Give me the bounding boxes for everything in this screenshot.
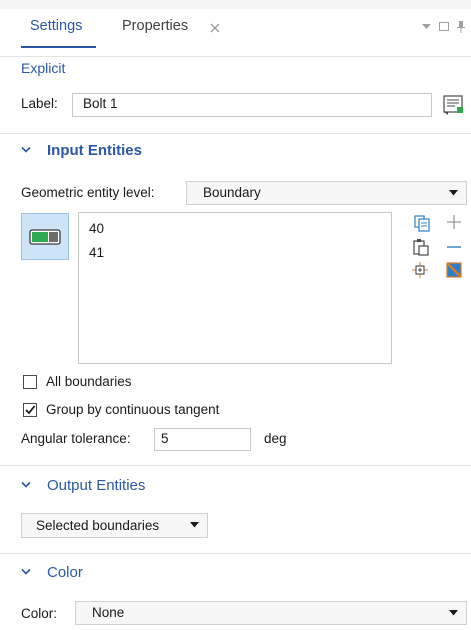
group-tangent-label: Group by continuous tangent [46,402,220,417]
color-value: None [92,605,125,620]
section-collapse-chevron-icon[interactable] [21,146,31,154]
paste-selection-icon[interactable] [413,238,429,256]
section-header-output-entities[interactable]: Output Entities [47,477,145,494]
angular-tolerance-unit: deg [264,431,287,446]
edit-label-icon[interactable] [440,92,466,118]
section-collapse-chevron-icon[interactable] [21,568,31,576]
chevron-down-icon [449,610,458,616]
selection-list[interactable]: 40 41 [78,212,392,364]
color-label: Color: [21,606,58,621]
tab-bar-top-strip [0,0,471,9]
tab-properties[interactable]: Properties [122,18,188,34]
geom-level-select[interactable]: Boundary [186,181,467,205]
geom-level-label: Geometric entity level: [21,185,155,200]
group-tangent-checkbox[interactable] [23,403,37,417]
section-collapse-chevron-icon[interactable] [21,481,31,489]
maximize-icon[interactable] [439,22,449,31]
separator [0,553,471,554]
output-entities-select[interactable]: Selected boundaries [21,513,208,538]
angular-tolerance-input[interactable]: 5 [154,428,251,451]
tab-settings-active-indicator [21,46,96,48]
copy-selection-icon[interactable] [414,215,430,232]
panel-menu-chevron-icon[interactable] [422,23,431,30]
activate-selection-toggle[interactable] [21,213,69,260]
close-icon[interactable] [210,23,220,33]
label-field-label: Label: [21,96,58,111]
separator [0,465,471,466]
node-title: Explicit [21,60,66,76]
all-boundaries-checkbox[interactable] [23,375,37,389]
toggle-switch-icon [29,229,61,245]
remove-icon[interactable] [447,246,461,248]
section-header-input-entities[interactable]: Input Entities [47,142,142,159]
angular-tolerance-label: Angular tolerance: [21,431,131,446]
all-boundaries-label: All boundaries [46,374,132,389]
tab-settings[interactable]: Settings [30,18,82,34]
chevron-down-icon [449,190,458,196]
tab-bar: Settings Properties [0,0,471,57]
clear-selection-icon[interactable] [445,261,463,279]
color-select[interactable]: None [75,601,467,625]
label-input[interactable]: Bolt 1 [72,93,432,117]
list-item[interactable]: 40 [89,221,104,236]
checkmark-icon [25,405,36,415]
pin-icon[interactable] [457,21,465,33]
output-entities-value: Selected boundaries [36,518,160,533]
list-item[interactable]: 41 [89,245,104,260]
separator [0,133,471,134]
chevron-down-icon [190,522,199,528]
section-header-color[interactable]: Color [47,564,83,581]
geom-level-value: Boundary [203,185,261,200]
zoom-to-selection-icon[interactable] [412,262,428,278]
add-icon[interactable] [447,215,461,229]
